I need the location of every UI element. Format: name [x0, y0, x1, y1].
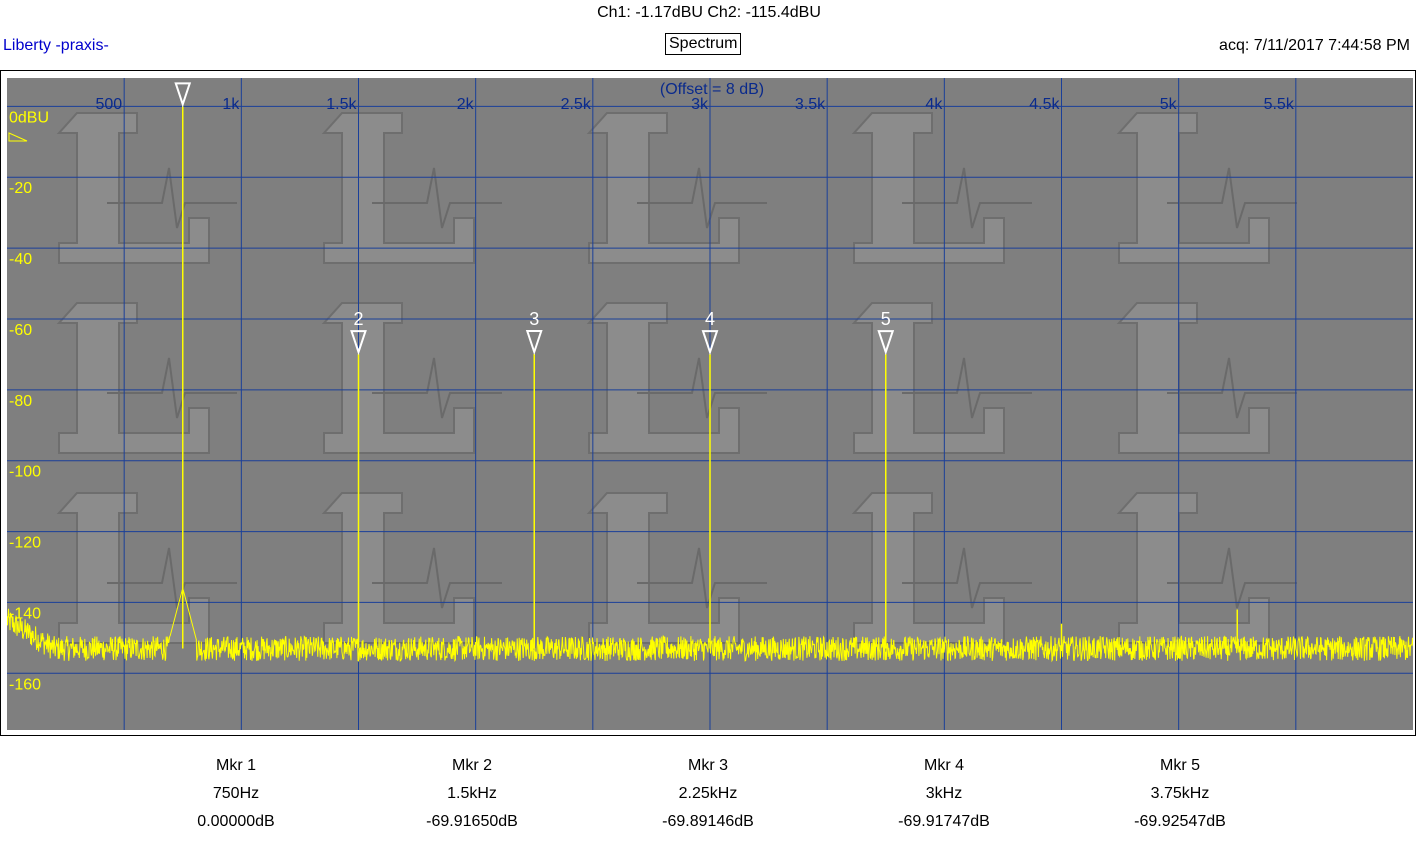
x-tick-label: 5.5k [1264, 96, 1295, 113]
marker-level: -69.91747dB [898, 813, 990, 830]
marker-readout-5: Mkr 5 3.75kHz -69.92547dB [1070, 752, 1290, 836]
x-tick-label: 5k [1160, 96, 1178, 113]
y-tick-label: -60 [9, 322, 32, 339]
x-tick-label: 3k [691, 96, 709, 113]
marker-label: Mkr 5 [1160, 757, 1200, 774]
marker-frequency: 1.5kHz [447, 785, 497, 802]
y-tick-label: -40 [9, 251, 32, 268]
marker-label: Mkr 1 [216, 757, 256, 774]
app-name: Liberty -praxis- [3, 37, 109, 54]
x-tick-label: 4k [925, 96, 943, 113]
marker-readout-4: Mkr 4 3kHz -69.91747dB [834, 752, 1054, 836]
marker-frequency: 2.25kHz [678, 785, 738, 802]
marker-frequency: 3kHz [925, 785, 963, 802]
x-tick-label: 3.5k [795, 96, 826, 113]
spectrum-mode-button[interactable]: Spectrum [665, 33, 742, 55]
spectrum-plot[interactable]: 500 1k 1.5k 2k 2.5k 3k 3.5k 4k 4.5k 5k 5.5k 0dBU -20… [7, 78, 1413, 730]
marker-number: 1 [178, 78, 188, 81]
marker-number: 2 [353, 309, 363, 329]
marker-frequency: 750Hz [212, 785, 260, 802]
y-tick-label: -120 [9, 535, 41, 552]
x-tick-label: 2.5k [561, 96, 592, 113]
acquisition-timestamp: acq: 7/11/2017 7:44:58 PM [1219, 37, 1410, 54]
marker-number: 5 [881, 309, 891, 329]
x-tick-label: 500 [95, 96, 122, 113]
y-tick-label: -20 [9, 180, 32, 197]
marker-label: Mkr 4 [924, 757, 964, 774]
marker-label: Mkr 3 [688, 757, 728, 774]
marker-label: Mkr 2 [452, 757, 492, 774]
marker-frequency: 3.75kHz [1150, 785, 1210, 802]
marker-readout-3: Mkr 3 2.25kHz -69.89146dB [598, 752, 818, 836]
offset-annotation: (Offset = 8 dB) [660, 81, 764, 98]
x-tick-label: 1.5k [326, 96, 357, 113]
marker-readout-1: Mkr 1 750Hz 0.00000dB [126, 752, 346, 836]
y-tick-label: -100 [9, 464, 41, 481]
y-tick-label: -160 [9, 676, 41, 693]
y-tick-label: 0dBU [9, 109, 49, 126]
x-tick-label: 2k [457, 96, 475, 113]
x-tick-label: 1k [222, 96, 240, 113]
marker-number: 3 [529, 309, 539, 329]
x-tick-label: 4.5k [1029, 96, 1060, 113]
channel-readout: Ch1: -1.17dBU Ch2: -115.4dBU [597, 4, 821, 21]
marker-level: -69.92547dB [1134, 813, 1226, 830]
marker-level: -69.89146dB [662, 813, 754, 830]
marker-number: 4 [705, 309, 715, 329]
marker-readout-2: Mkr 2 1.5kHz -69.91650dB [362, 752, 582, 836]
marker-level: 0.00000dB [197, 813, 275, 830]
y-tick-label: -80 [9, 393, 32, 410]
marker-level: -69.91650dB [426, 813, 518, 830]
